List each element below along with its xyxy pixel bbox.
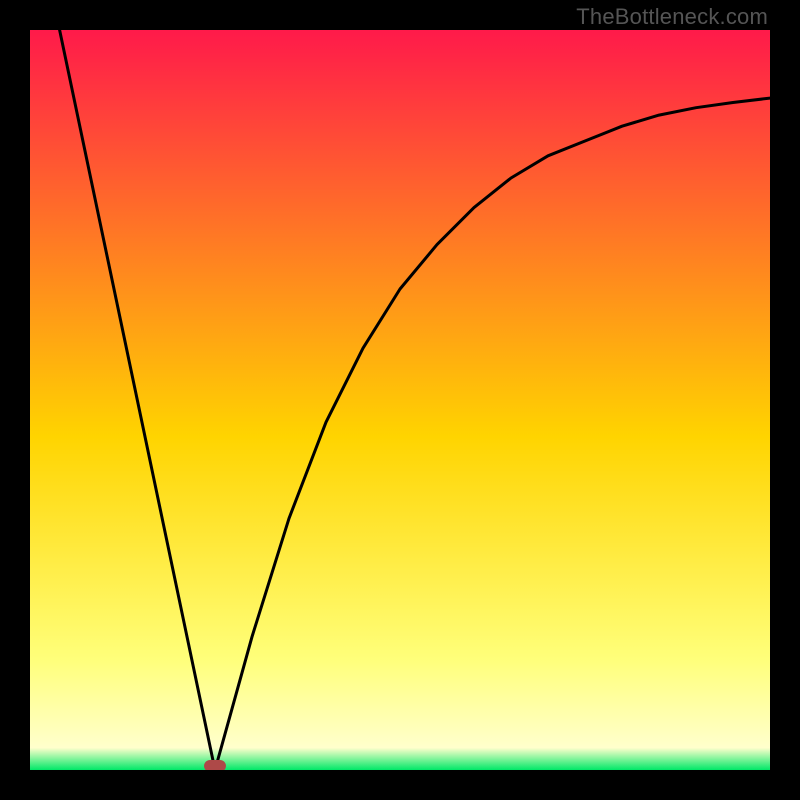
bottleneck-curve (60, 30, 770, 770)
chart-frame (30, 30, 770, 770)
curve-plot (30, 30, 770, 770)
watermark-text: TheBottleneck.com (576, 4, 768, 30)
optimal-point-marker (204, 760, 226, 770)
